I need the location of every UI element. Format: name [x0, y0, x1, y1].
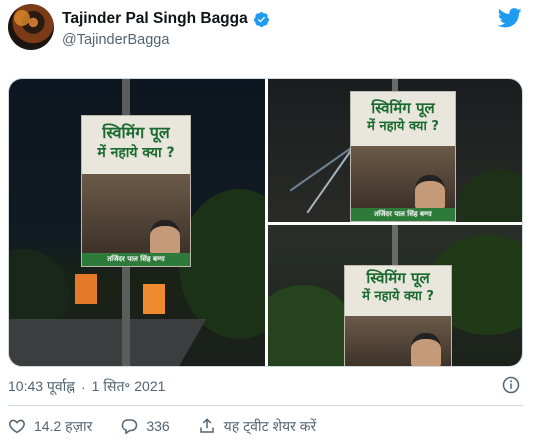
reply-icon: [122, 419, 138, 435]
like-button[interactable]: 14.2 हज़ार: [8, 417, 92, 436]
tweet-actions: 14.2 हज़ार 336 यह ट्वीट शेयर करें: [8, 416, 344, 436]
poster-line-2: में नहाये क्या ?: [367, 119, 439, 134]
tweet-card: Tajinder Pal Singh Bagga @TajinderBagga …: [0, 0, 534, 446]
verified-badge-icon: [253, 11, 269, 27]
heart-icon: [9, 419, 25, 434]
like-count: 14.2 हज़ार: [34, 417, 93, 434]
photo-1[interactable]: स्विमिंग पूल में नहाये क्या ? तजिंदर पाल…: [9, 79, 265, 366]
poster-line-1: स्विमिंग पूल: [366, 269, 430, 287]
photo-2[interactable]: स्विमिंग पूल में नहाये क्या ? तजिंदर पाल…: [268, 79, 522, 222]
photo-3[interactable]: स्विमिंग पूल में नहाये क्या ?: [268, 225, 522, 366]
poster-line-1: स्विमिंग पूल: [371, 99, 435, 117]
reply-button[interactable]: 336: [120, 417, 170, 435]
poster: स्विमिंग पूल में नहाये क्या ?: [344, 265, 452, 366]
twitter-bird-icon[interactable]: [498, 8, 522, 28]
poster-line-2: में नहाये क्या ?: [97, 145, 175, 161]
timestamp-separator: ·: [81, 378, 86, 395]
tweet-time: 10:43 पूर्वाह्न: [8, 378, 75, 394]
poster-footer: तजिंदर पाल सिंह बग्गा: [351, 208, 455, 221]
tweet-date: 1 सित॰ 2021: [91, 378, 166, 394]
info-icon[interactable]: [502, 376, 520, 394]
divider: [8, 405, 523, 406]
share-icon: [199, 418, 214, 433]
author-display-name[interactable]: Tajinder Pal Singh Bagga: [62, 10, 248, 28]
poster: स्विमिंग पूल में नहाये क्या ? तजिंदर पाल…: [350, 91, 456, 222]
tweet-timestamp[interactable]: 10:43 पूर्वाह्न · 1 सित॰ 2021: [8, 377, 165, 396]
share-button[interactable]: यह ट्वीट शेयर करें: [198, 417, 317, 436]
reply-count: 336: [146, 418, 170, 434]
author-handle[interactable]: @TajinderBagga: [62, 32, 270, 48]
poster-footer: तजिंदर पाल सिंह बग्गा: [82, 253, 190, 266]
poster-line-1: स्विमिंग पूल: [102, 123, 170, 142]
avatar[interactable]: [8, 4, 54, 50]
media-grid: स्विमिंग पूल में नहाये क्या ? तजिंदर पाल…: [8, 78, 523, 367]
share-label: यह ट्वीट शेयर करें: [223, 417, 317, 434]
author-block: Tajinder Pal Singh Bagga @TajinderBagga: [62, 9, 270, 48]
poster-line-2: में नहाये क्या ?: [362, 289, 434, 304]
poster: स्विमिंग पूल में नहाये क्या ? तजिंदर पाल…: [81, 115, 191, 267]
